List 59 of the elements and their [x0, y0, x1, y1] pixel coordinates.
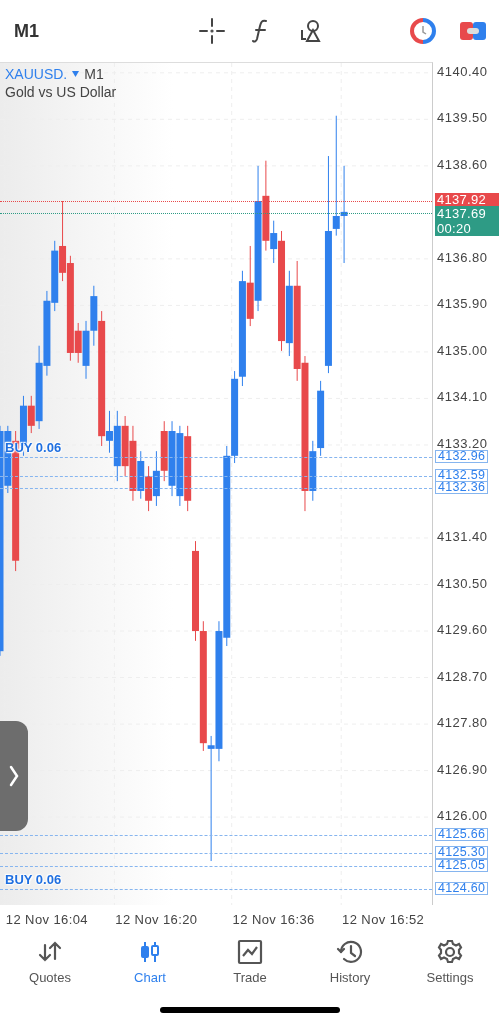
bid-price: 4137.69 [437, 205, 488, 221]
time-tick-label: 12 Nov 16:04 [5, 912, 88, 927]
order-price-tag: 4132.96 [435, 450, 489, 464]
time-tick-label: 12 Nov 16:20 [115, 912, 198, 927]
price-tick-label: 4135.90 [437, 296, 488, 313]
order-line[interactable] [0, 457, 432, 459]
nav-tab[interactable]: Settings [400, 935, 500, 995]
price-tick-label: 4135.00 [437, 342, 488, 359]
nav-tab[interactable]: Quotes [0, 935, 100, 995]
order-price-tag: 4125.30 [435, 846, 489, 860]
order-line[interactable] [0, 866, 432, 868]
bar-countdown: 00:20 [437, 220, 473, 236]
order-label[interactable]: BUY 0.06 [4, 441, 63, 456]
order-line[interactable] [0, 488, 432, 490]
order-line[interactable] [0, 889, 432, 891]
price-tick-label: 4127.80 [437, 715, 488, 732]
order-line[interactable] [0, 834, 432, 836]
candle-wick [109, 410, 110, 454]
price-tag: 4137.92 [435, 193, 499, 206]
price-tick-label: 4139.50 [437, 110, 488, 127]
price-tick-label: 4133.20 [437, 435, 488, 451]
order-price-tag: 4124.60 [435, 882, 489, 896]
price-tick-label: 4138.60 [437, 156, 488, 173]
nav-tab[interactable]: Trade [200, 935, 300, 995]
candle-wick [273, 220, 275, 264]
time-tick-label: 12 Nov 16:52 [342, 912, 425, 927]
order-price-tag: 4132.36 [435, 481, 489, 495]
price-tick-label: 4126.00 [437, 808, 488, 825]
line-chart-icon [237, 939, 263, 965]
order-price-tag: 4125.05 [435, 859, 489, 873]
history-icon [336, 939, 364, 965]
price-tick-label: 4128.70 [437, 668, 488, 685]
nav-tab[interactable]: Chart [100, 935, 200, 995]
price-tick-label: 4130.50 [437, 575, 488, 592]
order-line[interactable] [0, 853, 432, 855]
order-label[interactable]: BUY 0.06 [4, 873, 63, 888]
time-tick-label: 12 Nov 16:36 [232, 912, 315, 927]
candle-wick [77, 322, 79, 364]
symbol-description: Gold vs US Dollar [5, 84, 117, 100]
settings-icon [437, 939, 463, 965]
timeframe-label[interactable]: M1 [14, 20, 134, 42]
chevron-right-icon [9, 765, 19, 787]
candle-body [317, 390, 325, 449]
price-tick-label: 4131.40 [437, 529, 488, 545]
dropdown-caret-icon[interactable] [72, 71, 80, 77]
price-tick-label: 4129.60 [437, 622, 488, 638]
side-panel-handle[interactable] [0, 721, 28, 831]
order-line[interactable] [0, 476, 432, 478]
crosshair-icon[interactable] [199, 18, 225, 44]
symbol-timeframe: M1 [84, 66, 104, 82]
price-tick-label: 4140.40 [437, 63, 488, 80]
price-tick-label: 4126.90 [437, 761, 488, 778]
price-tick-label: 4136.80 [437, 249, 488, 266]
order-price-tag: 4125.66 [435, 827, 489, 841]
candle-wick [30, 395, 32, 434]
clock-toggle-icon[interactable] [410, 18, 436, 44]
trade-toggle-icon[interactable] [460, 21, 486, 41]
nav-tab[interactable]: History [300, 935, 400, 995]
price-tick-label: 4134.10 [437, 389, 488, 406]
